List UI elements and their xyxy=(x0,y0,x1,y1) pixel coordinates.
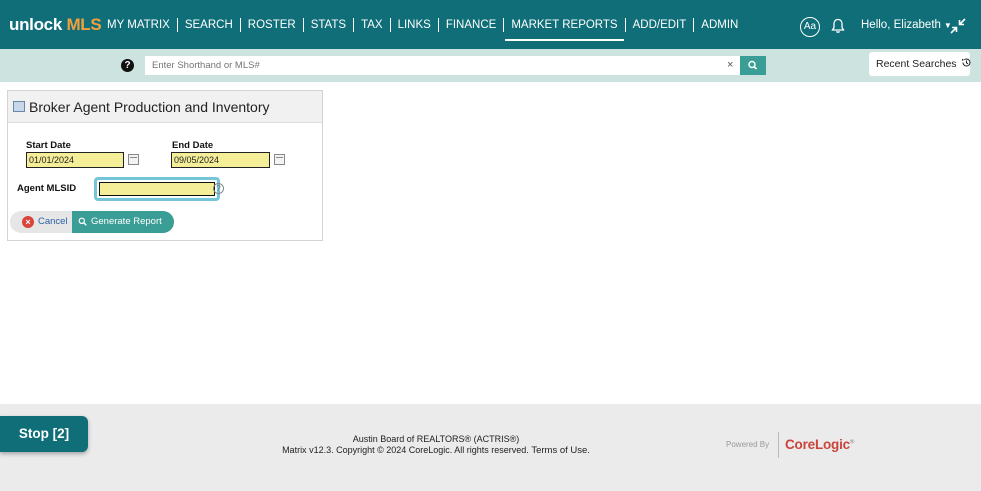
recent-searches-button[interactable]: Recent Searches xyxy=(869,52,971,76)
calendar-icon[interactable] xyxy=(274,154,285,165)
logo-unlock-text: unlock xyxy=(9,15,62,34)
nav-roster[interactable]: ROSTER xyxy=(241,17,304,32)
start-date-label: Start Date xyxy=(26,140,71,151)
nav-admin[interactable]: ADMIN xyxy=(694,18,745,32)
stop-button[interactable]: Stop [2] xyxy=(0,416,88,452)
close-icon: × xyxy=(22,216,34,228)
nav-market-reports[interactable]: MARKET REPORTS xyxy=(504,17,626,41)
cancel-button[interactable]: × Cancel xyxy=(10,211,72,233)
help-question-icon[interactable]: ? xyxy=(121,59,134,72)
nav-add-edit[interactable]: ADD/EDIT xyxy=(626,17,695,32)
generate-report-label: Generate Report xyxy=(91,216,162,227)
page-footer: Austin Board of REALTORS® (ACTRIS®) Matr… xyxy=(0,404,981,491)
nav-my-matrix[interactable]: MY MATRIX xyxy=(100,17,178,32)
recent-searches-label: Recent Searches xyxy=(876,58,957,70)
calendar-icon[interactable] xyxy=(128,154,139,165)
corelogic-registered-mark: ® xyxy=(849,439,855,446)
nav-stats[interactable]: STATS xyxy=(304,17,355,32)
collapse-arrows-icon[interactable] xyxy=(950,18,966,34)
user-menu[interactable]: Hello, Elizabeth ▼ xyxy=(861,19,952,31)
clear-icon[interactable]: × xyxy=(727,59,733,71)
history-icon xyxy=(962,58,971,67)
start-date-input[interactable] xyxy=(26,152,124,168)
top-nav-bar: unlock MLS MY MATRIX SEARCH ROSTER STATS… xyxy=(0,0,981,49)
agent-mlsid-focus-ring xyxy=(94,177,220,201)
nav-links[interactable]: LINKS xyxy=(391,17,439,32)
generate-report-button[interactable]: Generate Report xyxy=(72,211,174,233)
end-date-label: End Date xyxy=(172,140,214,151)
quick-search-bar: ? × Recent Searches xyxy=(0,49,981,82)
agent-mlsid-label: Agent MLSID xyxy=(17,183,77,194)
bell-icon[interactable] xyxy=(831,18,845,34)
corelogic-logo-text: CoreLogic xyxy=(785,437,850,452)
end-date-input[interactable] xyxy=(171,152,270,168)
terms-of-use-link[interactable]: Terms of Use. xyxy=(531,445,590,456)
main-nav: MY MATRIX SEARCH ROSTER STATS TAX LINKS … xyxy=(100,0,745,49)
powered-by-label: Powered By xyxy=(726,440,770,449)
user-greeting: Hello, Elizabeth xyxy=(861,19,941,31)
shorthand-search-input[interactable] xyxy=(145,56,740,75)
report-icon xyxy=(13,101,25,112)
unlock-mls-logo[interactable]: unlock MLS xyxy=(9,15,102,35)
nav-search[interactable]: SEARCH xyxy=(178,17,241,32)
copyright-text: Matrix v12.3. Copyright © 2024 CoreLogic… xyxy=(282,445,529,455)
search-icon xyxy=(748,60,758,70)
action-buttons: × Cancel Generate Report xyxy=(10,211,174,233)
nav-tax[interactable]: TAX xyxy=(354,17,391,32)
panel-title: Broker Agent Production and Inventory xyxy=(29,99,270,115)
nav-finance[interactable]: FINANCE xyxy=(439,17,505,32)
search-button[interactable] xyxy=(740,56,766,75)
logo-mls-text: MLS xyxy=(66,15,102,34)
agent-mlsid-input[interactable] xyxy=(99,182,215,196)
panel-header: Broker Agent Production and Inventory xyxy=(8,91,322,123)
help-icon[interactable]: ? xyxy=(213,183,224,194)
report-panel: Broker Agent Production and Inventory St… xyxy=(7,90,323,241)
search-icon xyxy=(78,217,87,226)
text-size-icon[interactable]: Aa xyxy=(800,17,820,37)
footer-divider xyxy=(778,432,779,458)
corelogic-logo: CoreLogic® xyxy=(785,437,854,452)
cancel-label: Cancel xyxy=(38,216,68,227)
